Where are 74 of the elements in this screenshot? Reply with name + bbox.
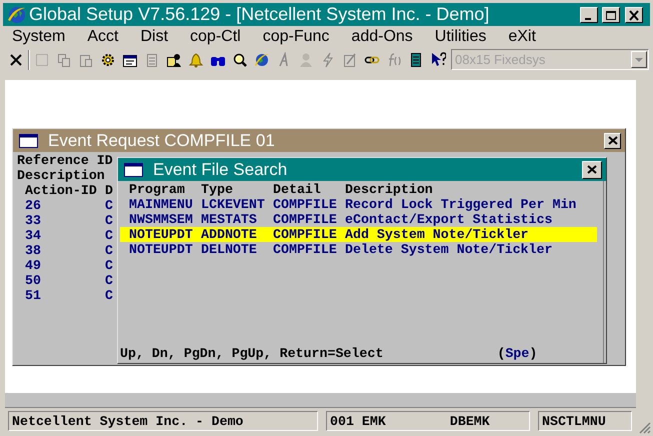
menu-item[interactable]: Utilities	[426, 27, 494, 47]
table-cell-text: C	[105, 198, 114, 213]
close-icon	[627, 8, 641, 22]
menu-item[interactable]: System	[4, 27, 74, 47]
field-label: Reference ID	[17, 153, 113, 168]
window-icon	[124, 162, 143, 176]
menu-item[interactable]: Acct	[79, 27, 126, 47]
caret-icon	[635, 58, 643, 62]
table-cell-text: C	[105, 243, 114, 258]
menu-item[interactable]: eXit	[500, 27, 544, 47]
column-header: Action-ID	[25, 183, 98, 198]
table-cell-text: 33	[25, 213, 42, 228]
lightning-icon	[320, 52, 336, 68]
resize-grip-icon[interactable]	[639, 422, 651, 434]
table-cell-text: 26	[25, 198, 42, 213]
mode-hint: (Spe)	[497, 346, 538, 361]
close-button[interactable]	[625, 7, 643, 23]
window-title: Global Setup V7.56.129 - [Netcellent System Inc. - Demo]	[29, 3, 490, 26]
person-icon	[298, 52, 314, 68]
column-header: D	[105, 183, 114, 198]
form-icon	[122, 52, 138, 68]
table-row[interactable]: NOTEUPDT DELNOTE COMPFILE Delete System Note/Tickler	[120, 242, 597, 257]
menu-item[interactable]: add-Ons	[343, 27, 421, 47]
column-header: Detail	[273, 182, 322, 197]
close-button[interactable]	[582, 160, 602, 178]
globe-icon	[254, 52, 270, 68]
maximize-button[interactable]	[602, 7, 620, 23]
column-header: Description	[345, 182, 434, 197]
table-row[interactable]: MAINMENU LCKEVENT COMPFILE Record Lock Triggered Per Min	[120, 197, 597, 212]
table-cell-text: C	[105, 288, 114, 303]
status-text: DBEMK	[450, 414, 490, 428]
bell-icon	[188, 52, 204, 68]
minimize-icon	[584, 18, 590, 20]
help-pointer-icon	[430, 52, 446, 68]
close-icon	[608, 136, 618, 145]
menu-item[interactable]: cop-Func	[254, 27, 338, 47]
globe-icon	[7, 5, 26, 24]
column-header: Type	[201, 182, 234, 197]
selection-icon	[34, 52, 50, 68]
status-text: Netcellent System Inc. - Demo	[12, 414, 244, 428]
close-button[interactable]	[604, 132, 621, 148]
table-cell-text: C	[105, 273, 114, 288]
minimize-button[interactable]	[580, 7, 598, 23]
gear-icon	[100, 52, 116, 68]
status-text: NSCTLMNU	[542, 414, 606, 428]
function-icon	[386, 52, 402, 68]
column-header: Program	[129, 182, 186, 197]
table-cell-text: 50	[25, 273, 42, 288]
copy-icon	[56, 52, 72, 68]
status-text: 001 EMK	[330, 414, 386, 428]
search-icon	[232, 52, 248, 68]
menu-item[interactable]: Dist	[132, 27, 176, 47]
table-row[interactable]: NWSMMSEM MESTATS COMPFILE eContact/Export Statistics	[120, 212, 597, 227]
table-cell-text: 38	[25, 243, 42, 258]
close-icon	[8, 52, 24, 68]
selected-row[interactable]: NOTEUPDT ADDNOTE COMPFILE Add System Note/Tickler	[120, 227, 597, 242]
table-cell-text: 49	[25, 258, 42, 273]
window-title: Event File Search	[153, 158, 288, 181]
table-cell-text: C	[105, 228, 114, 243]
table-cell-text: C	[105, 258, 114, 273]
list-icon	[408, 52, 424, 68]
key-hint: Up, Dn, PgDn, PgUp, Return=Select	[120, 346, 384, 361]
close-icon	[587, 165, 597, 174]
table-cell-text: 51	[25, 288, 42, 303]
menu-item[interactable]: cop-Ctl	[182, 27, 249, 47]
edit-icon	[342, 52, 358, 68]
paste-icon	[78, 52, 94, 68]
window-icon	[19, 134, 38, 148]
person-document-icon	[166, 52, 182, 68]
table-cell-text: 34	[25, 228, 42, 243]
field-label: Description	[17, 168, 105, 183]
document-icon	[144, 52, 160, 68]
table-cell-text: C	[105, 213, 114, 228]
window-title: Event Request COMPFILE 01	[48, 130, 275, 152]
